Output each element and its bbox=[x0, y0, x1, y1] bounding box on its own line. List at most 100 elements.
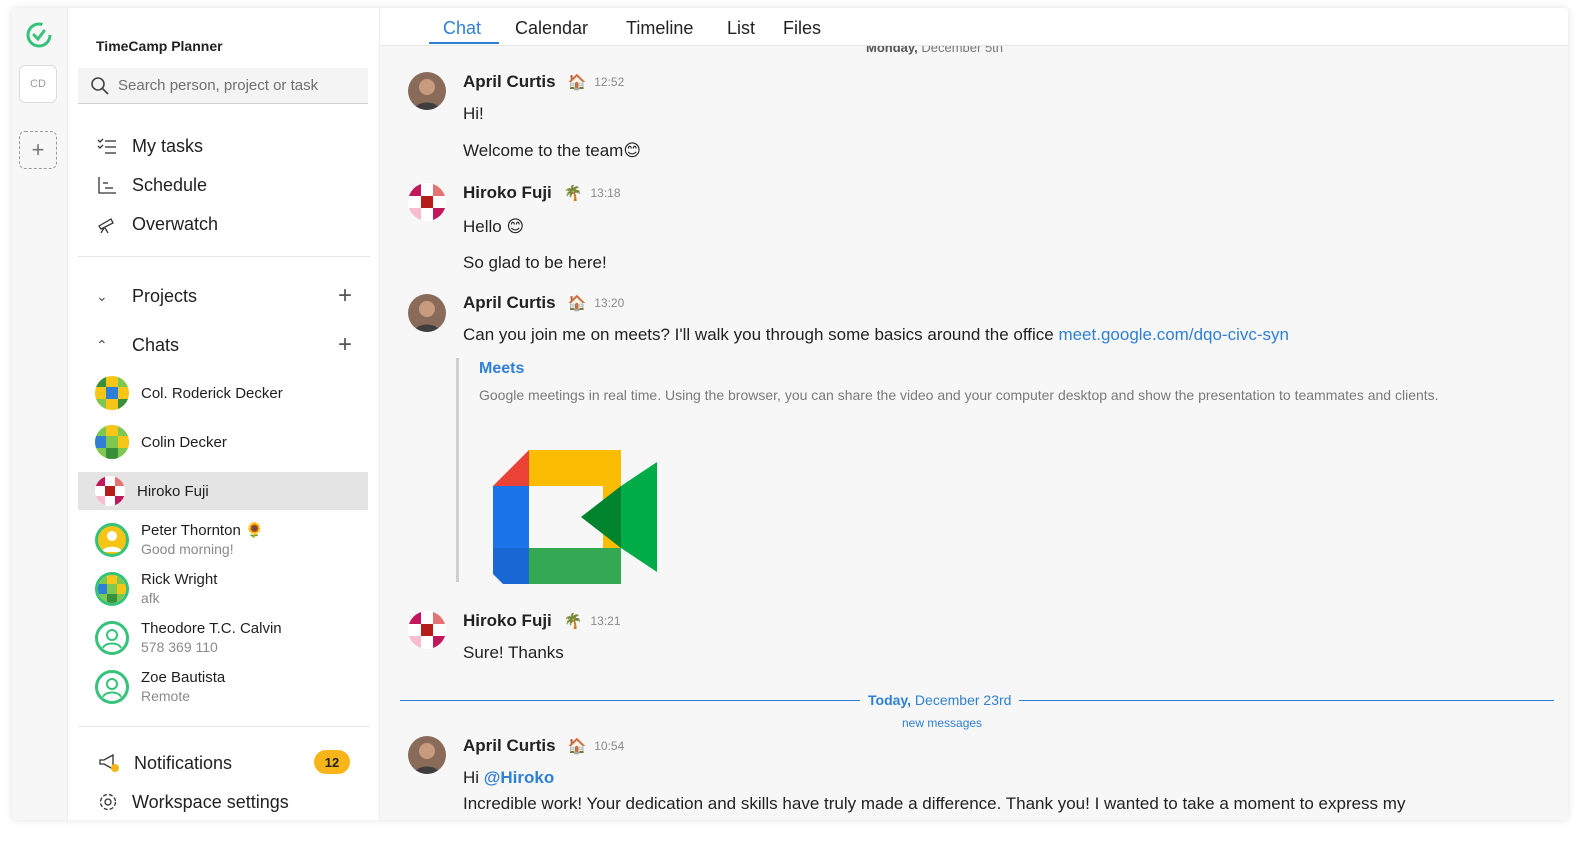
avatar[interactable] bbox=[408, 72, 446, 110]
avatar[interactable] bbox=[408, 183, 446, 221]
chat-status: Good morning! bbox=[141, 541, 234, 557]
add-workspace-button[interactable]: + bbox=[19, 131, 57, 169]
search-box[interactable] bbox=[78, 68, 368, 104]
checklist-icon bbox=[96, 135, 118, 157]
chat-item[interactable]: Colin Decker bbox=[78, 420, 368, 464]
new-messages-label: new messages bbox=[902, 716, 983, 730]
search-icon bbox=[91, 76, 109, 95]
chat-item[interactable]: Rick Wright afk bbox=[78, 567, 368, 611]
author-name[interactable]: Hiroko Fuji bbox=[463, 611, 552, 631]
status-icon: 🏠 bbox=[567, 738, 587, 755]
chats-section[interactable]: ⌃ Chats + bbox=[96, 331, 352, 359]
author-name[interactable]: Hiroko Fuji bbox=[463, 183, 552, 203]
chat-item[interactable]: Col. Roderick Decker bbox=[78, 371, 368, 415]
chat-item[interactable]: Peter Thornton 🌻 Good morning! bbox=[78, 518, 368, 562]
today-date: December 23rd bbox=[911, 692, 1012, 708]
projects-label: Projects bbox=[132, 285, 198, 306]
message-header: Hiroko Fuji 🌴 13:18 bbox=[463, 183, 621, 203]
avatar[interactable] bbox=[408, 294, 446, 332]
projects-section[interactable]: ⌄ Projects + bbox=[96, 282, 352, 310]
tab-timeline[interactable]: Timeline bbox=[626, 18, 693, 39]
message-header: April Curtis 🏠 10:54 bbox=[463, 736, 624, 756]
chevron-down-icon: ⌄ bbox=[96, 287, 108, 304]
meet-link[interactable]: meet.google.com/dqo-civc-syn bbox=[1058, 325, 1289, 344]
author-name[interactable]: April Curtis bbox=[463, 736, 556, 756]
tab-list[interactable]: List bbox=[727, 18, 755, 39]
add-chat-button[interactable]: + bbox=[338, 331, 352, 359]
message-time: 13:21 bbox=[590, 614, 621, 628]
link-preview[interactable]: Meets Google meetings in real time. Usin… bbox=[456, 358, 1456, 584]
avatar bbox=[95, 376, 129, 410]
plus-icon: + bbox=[31, 137, 45, 162]
avatar[interactable] bbox=[408, 736, 446, 774]
active-tab-indicator bbox=[429, 42, 499, 44]
message-text: Can you join me on meets? I'll walk you … bbox=[463, 325, 1289, 345]
avatar[interactable] bbox=[408, 611, 446, 649]
preview-description: Google meetings in real time. Using the … bbox=[479, 387, 1439, 403]
chat-item[interactable]: Zoe Bautista Remote bbox=[78, 665, 368, 709]
notifications-item[interactable]: Notifications bbox=[98, 750, 232, 776]
nav-schedule[interactable]: Schedule bbox=[96, 172, 207, 198]
nav-overwatch[interactable]: Overwatch bbox=[96, 211, 218, 237]
gear-icon bbox=[98, 792, 118, 812]
status-icon: 🌴 bbox=[563, 613, 583, 630]
notifications-label: Notifications bbox=[134, 752, 233, 773]
chats-label: Chats bbox=[132, 334, 180, 355]
message-time: 10:54 bbox=[594, 739, 625, 753]
chat-item[interactable]: Theodore T.C. Calvin 578 369 110 bbox=[78, 616, 368, 660]
chat-name: Colin Decker bbox=[141, 433, 227, 451]
tab-files[interactable]: Files bbox=[783, 18, 821, 39]
user-icon bbox=[95, 670, 129, 704]
message-header: Hiroko Fuji 🌴 13:21 bbox=[463, 611, 621, 631]
add-project-button[interactable]: + bbox=[338, 282, 352, 310]
schedule-icon bbox=[96, 174, 118, 196]
search-input[interactable] bbox=[118, 77, 358, 94]
avatar bbox=[95, 425, 129, 459]
status-icon: 🏠 bbox=[567, 295, 587, 312]
message-time: 13:20 bbox=[594, 296, 625, 310]
message-time: 12:52 bbox=[594, 75, 625, 89]
chat-item-active[interactable]: Hiroko Fuji bbox=[78, 472, 368, 510]
sidebar: TimeCamp Planner My tasks Schedule Overw… bbox=[68, 8, 386, 820]
chat-name: Peter Thornton 🌻 bbox=[141, 522, 264, 539]
megaphone-icon bbox=[98, 753, 120, 773]
status-icon: 🌴 bbox=[563, 185, 583, 202]
message-time: 13:18 bbox=[590, 186, 621, 200]
notifications-badge: 12 bbox=[314, 750, 350, 774]
timecamp-logo-icon[interactable] bbox=[24, 20, 54, 50]
greeting: Hi bbox=[463, 768, 484, 787]
app-title: TimeCamp Planner bbox=[96, 38, 223, 54]
tab-calendar[interactable]: Calendar bbox=[515, 18, 588, 39]
chat-status: Remote bbox=[141, 688, 191, 704]
chat-status: afk bbox=[141, 590, 160, 606]
author-name[interactable]: April Curtis bbox=[463, 72, 556, 92]
author-name[interactable]: April Curtis bbox=[463, 293, 556, 313]
user-icon bbox=[95, 621, 129, 655]
message-text: Hi @Hiroko bbox=[463, 768, 554, 788]
workspace-switch-button[interactable]: CD bbox=[19, 65, 57, 103]
chat-name: Zoe Bautista bbox=[141, 669, 226, 686]
tab-chat[interactable]: Chat bbox=[443, 18, 481, 39]
chat-name: Hiroko Fuji bbox=[137, 482, 209, 500]
chevron-up-icon: ⌃ bbox=[96, 336, 108, 353]
nav-label: My tasks bbox=[132, 135, 204, 156]
chat-status: 578 369 110 bbox=[141, 639, 218, 655]
status-icon: 🏠 bbox=[567, 74, 587, 91]
chat-name: Col. Roderick Decker bbox=[141, 384, 283, 402]
tab-bar: Chat Calendar Timeline List Files bbox=[380, 8, 1568, 46]
nav-label: Schedule bbox=[132, 174, 208, 195]
chat-name: Rick Wright bbox=[141, 571, 218, 588]
nav-my-tasks[interactable]: My tasks bbox=[96, 133, 203, 159]
workspace-settings-item[interactable]: Workspace settings bbox=[98, 789, 289, 815]
preview-title[interactable]: Meets bbox=[479, 360, 524, 378]
divider bbox=[78, 726, 370, 727]
message-text: Incredible work! Your dedication and ski… bbox=[463, 794, 1406, 813]
chat-name: Theodore T.C. Calvin bbox=[141, 620, 282, 637]
message-body: Can you join me on meets? I'll walk you … bbox=[463, 325, 1059, 344]
chat-main: Monday, December 5th Chat Calendar Timel… bbox=[380, 8, 1568, 820]
mention[interactable]: @Hiroko bbox=[484, 768, 554, 787]
message-header: April Curtis 🏠 12:52 bbox=[463, 72, 624, 92]
divider bbox=[78, 256, 370, 257]
message-text: Sure! Thanks bbox=[463, 643, 564, 662]
message-text: So glad to be here! bbox=[463, 253, 607, 272]
